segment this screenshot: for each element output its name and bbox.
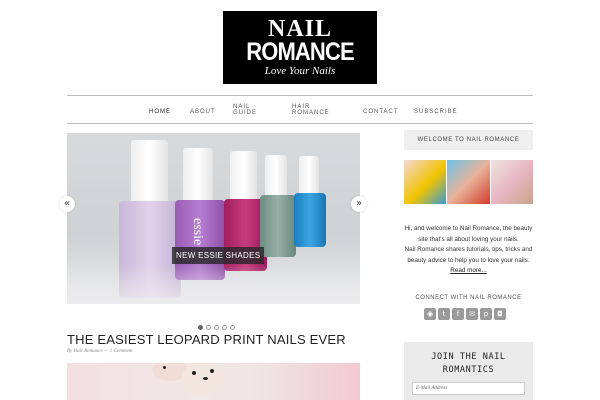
slider-caption[interactable]: NEW ESSIE SHADES [172, 247, 265, 264]
photo-author [447, 160, 490, 204]
site-logo[interactable]: NAIL ROMANCE Love Your Nails [223, 11, 377, 84]
post-meta: By Hair Romance — 1 Comment [67, 349, 133, 354]
polish-cap [183, 148, 213, 204]
sidebar-connect-title: CONNECT WITH NAIL ROMANCE [415, 295, 522, 301]
nav-divider-top [67, 95, 533, 96]
post-featured-image[interactable] [67, 363, 360, 400]
bottle-brand-label: essie [190, 218, 205, 246]
nav-contact[interactable]: CONTACT [363, 109, 403, 115]
intro-paragraph-1: Hi, and welcome to Nail Romance, the bea… [404, 225, 533, 243]
photo-nails-dots [490, 160, 533, 204]
sidebar-photo-collage[interactable] [404, 160, 533, 204]
slider-surface [67, 264, 360, 304]
logo-line-2: ROMANCE [246, 38, 354, 66]
intro-paragraph-2: Nail Romance shares tutorials, tips, tri… [404, 246, 533, 264]
leopard-spot [210, 369, 214, 373]
email-field[interactable]: E-Mail Address [412, 382, 525, 395]
slider-dot[interactable] [230, 325, 235, 330]
leopard-spot [192, 371, 196, 375]
polish-cap [131, 140, 168, 206]
nav-hair-romance[interactable]: HAIR ROMANCE [292, 104, 332, 116]
pinterest-icon[interactable]: p [480, 308, 492, 320]
slider-next-button[interactable]: » [351, 196, 367, 212]
slider-prev-button[interactable]: « [59, 196, 75, 212]
sidebar-intro: Hi, and welcome to Nail Romance, the bea… [404, 224, 533, 277]
email-icon[interactable]: ✉ [466, 308, 478, 320]
instagram-icon[interactable]: ◘ [494, 308, 506, 320]
slider-dot[interactable] [214, 325, 219, 330]
nav-subscribe[interactable]: SUBSCRIBE [414, 109, 464, 115]
slider-dot[interactable] [222, 325, 227, 330]
logo-tagline: Love Your Nails [264, 65, 336, 77]
nav-home[interactable]: HOME [149, 109, 189, 115]
twitter-icon[interactable]: t [438, 308, 450, 320]
newsletter-title: JOIN THE NAIL ROMANTICS [431, 352, 506, 375]
polish-cap [299, 156, 319, 196]
nav-about[interactable]: ABOUT [190, 109, 230, 115]
polish-bottle-blue [294, 193, 326, 247]
sidebar-welcome-title: WELCOME TO NAIL ROMANCE [404, 130, 533, 150]
polish-cap [265, 155, 287, 199]
polish-bottle-sage [260, 195, 296, 257]
facebook-icon[interactable]: f [452, 308, 464, 320]
leopard-spot [203, 377, 208, 380]
nav-divider-bottom [67, 123, 533, 124]
post-title[interactable]: THE EASIEST LEOPARD PRINT NAILS EVER [67, 332, 346, 347]
slider-dot[interactable] [198, 325, 203, 330]
featured-slider[interactable]: essie [67, 133, 360, 304]
photo-nails-yellow [404, 160, 447, 204]
polish-cap [230, 151, 257, 201]
social-icons: ◉ t f ✉ p ◘ [424, 308, 506, 320]
rss-icon[interactable]: ◉ [424, 308, 436, 320]
nav-nail-guide[interactable]: NAIL GUIDE [233, 104, 261, 116]
newsletter-box: JOIN THE NAIL ROMANTICS E-Mail Address [404, 342, 533, 400]
leopard-spot [163, 366, 166, 369]
read-more-link[interactable]: Read more... [450, 267, 486, 274]
slider-dot[interactable] [206, 325, 211, 330]
